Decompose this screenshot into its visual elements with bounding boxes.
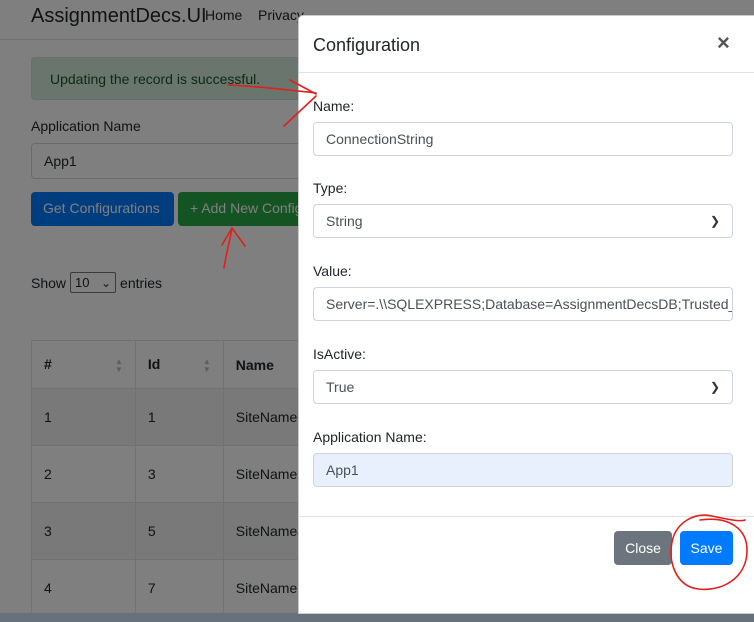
modal-title: Configuration xyxy=(313,35,421,55)
type-label: Type: xyxy=(313,180,348,196)
name-input-value: ConnectionString xyxy=(326,131,434,147)
name-input[interactable]: ConnectionString xyxy=(313,122,733,156)
chevron-down-icon: ❯ xyxy=(709,380,720,394)
modal-header: Configuration × xyxy=(299,16,754,73)
chevron-down-icon: ❯ xyxy=(709,214,720,228)
close-icon[interactable]: × xyxy=(717,32,730,54)
save-button[interactable]: Save xyxy=(680,531,733,565)
isactive-label: IsActive: xyxy=(313,346,366,362)
value-input[interactable]: Server=.\\SQLEXPRESS;Database=Assignment… xyxy=(313,287,733,321)
type-select-value: String xyxy=(326,213,363,229)
close-button[interactable]: Close xyxy=(614,531,672,565)
isactive-select-value: True xyxy=(326,379,355,395)
application-name-label: Application Name: xyxy=(313,429,427,445)
modal-footer xyxy=(299,516,754,517)
type-select[interactable]: String ❯ xyxy=(313,204,733,238)
configuration-modal: Configuration × Name: ConnectionString T… xyxy=(298,15,754,614)
value-label: Value: xyxy=(313,263,352,279)
application-name-input-value: App1 xyxy=(326,462,359,478)
name-label: Name: xyxy=(313,98,355,114)
isactive-select[interactable]: True ❯ xyxy=(313,370,733,404)
value-input-value: Server=.\\SQLEXPRESS;Database=Assignment… xyxy=(326,296,732,312)
application-name-input[interactable]: App1 xyxy=(313,453,733,487)
